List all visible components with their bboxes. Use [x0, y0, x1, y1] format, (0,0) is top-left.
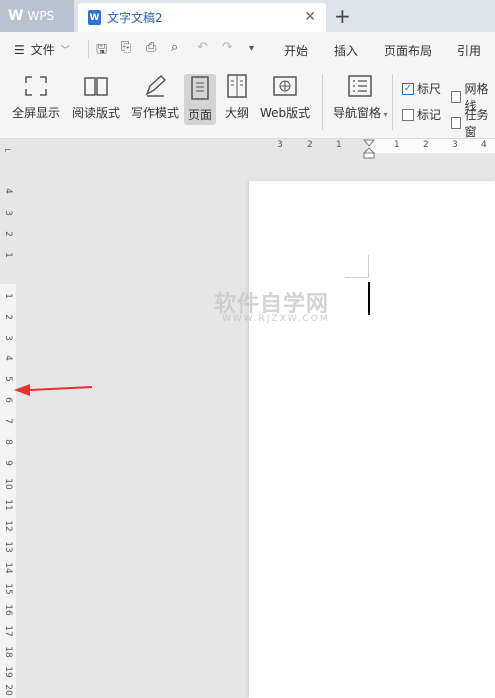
ruler-checkbox-label: 标尺 — [417, 82, 442, 96]
nav-pane-icon — [348, 75, 373, 97]
vertical-ruler[interactable]: 4 3 2 1 1 2 3 4 5 6 7 8 9 10 11 12 13 14… — [0, 154, 16, 698]
ruler-tick-label: 17 — [3, 625, 13, 637]
ruler-tick-label: 13 — [3, 541, 13, 553]
file-menu-button[interactable]: ☰ 文件 ﹀ — [14, 41, 70, 58]
unchecked-box-icon — [451, 117, 462, 129]
save-icon[interactable]: 🖫 — [96, 40, 107, 62]
tab-wps-label: WPS — [27, 9, 55, 23]
fullscreen-button[interactable]: 全屏显示 — [12, 74, 60, 121]
tab-wps-home[interactable]: W WPS — [0, 0, 74, 32]
ruler-tick-label: 11 — [3, 499, 13, 511]
menu-insert[interactable]: 插入 — [334, 42, 358, 59]
ruler-tick-label: 4 — [3, 188, 13, 194]
page-view-button[interactable]: 页面 — [184, 74, 216, 125]
ruler-tick-label: 12 — [3, 520, 13, 532]
ruler-tick-label: 7 — [3, 418, 13, 424]
document-icon: W — [88, 10, 101, 25]
horizontal-ruler[interactable]: 3 2 1 1 2 3 4 — [262, 139, 495, 154]
writing-mode-label: 写作模式 — [131, 106, 180, 120]
document-page[interactable] — [249, 181, 495, 698]
ruler-tick-label: 9 — [3, 460, 13, 466]
ruler-tick-label: 1 — [336, 140, 342, 150]
outline-icon — [227, 74, 247, 98]
print-preview-icon[interactable]: ⌕ — [171, 40, 178, 55]
format-painter-icon[interactable]: ⎘ — [121, 40, 131, 55]
ruler-tick-label: 1 — [3, 293, 13, 299]
chevron-down-icon: ﹀ — [60, 46, 70, 56]
ruler-tick-label: 4 — [481, 140, 487, 150]
menu-references[interactable]: 引用 — [457, 42, 481, 59]
ruler-tick-label: 3 — [452, 140, 458, 150]
menu-start[interactable]: 开始 — [284, 42, 308, 59]
ruler-tick-label: 14 — [3, 562, 13, 574]
markup-checkbox-label: 标记 — [417, 108, 442, 122]
margin-corner-mark — [345, 277, 369, 278]
text-cursor — [368, 282, 370, 315]
ruler-tick-label: 2 — [3, 231, 13, 237]
checkmark-icon: ✓ — [402, 82, 414, 95]
writing-mode-button[interactable]: 写作模式 — [131, 74, 179, 121]
read-mode-button[interactable]: 阅读版式 — [72, 74, 120, 121]
ruler-tick-label: 18 — [3, 646, 13, 658]
ruler-tick-label: 10 — [3, 478, 13, 490]
read-mode-label: 阅读版式 — [72, 106, 121, 120]
tab-document[interactable]: W 文字文稿2 ✕ — [78, 3, 326, 32]
markup-checkbox[interactable]: 标记 — [402, 106, 441, 123]
fullscreen-icon — [25, 76, 47, 96]
nav-pane-label: 导航窗格 ▾ — [333, 106, 388, 120]
ruler-tick-label: 2 — [307, 140, 313, 150]
divider — [322, 74, 323, 130]
unchecked-box-icon — [402, 108, 414, 121]
nav-pane-button[interactable]: 导航窗格 ▾ — [333, 74, 388, 121]
ruler-tick-label: 3 — [3, 335, 13, 341]
task-pane-checkbox[interactable]: 任务窗 — [451, 106, 495, 140]
page-icon — [191, 76, 209, 100]
ruler-tick-label: 20 — [3, 684, 13, 696]
tab-document-label: 文字文稿2 — [107, 11, 163, 25]
indent-marker-icon[interactable] — [363, 139, 375, 159]
divider — [88, 40, 89, 58]
ruler-tick-label: 19 — [3, 666, 13, 678]
wps-logo-icon: W — [8, 8, 24, 24]
hamburger-icon: ☰ — [14, 42, 25, 57]
divider — [392, 74, 393, 130]
book-icon — [84, 77, 108, 96]
red-arrow-icon — [14, 384, 92, 396]
ruler-tick-label: 2 — [3, 314, 13, 320]
outline-view-button[interactable]: 大纲 — [224, 74, 250, 121]
ruler-tick-label: 15 — [3, 583, 13, 595]
undo-icon[interactable]: ↶ — [197, 40, 208, 55]
file-menu-label: 文件 — [30, 43, 55, 57]
task-pane-checkbox-label: 任务窗 — [464, 108, 489, 139]
close-icon[interactable]: ✕ — [304, 9, 316, 25]
more-quick-access-icon[interactable]: ▾ — [249, 43, 254, 54]
web-icon — [273, 76, 297, 96]
unchecked-box-icon — [451, 91, 462, 103]
fullscreen-label: 全屏显示 — [12, 106, 61, 120]
page-view-label: 页面 — [187, 108, 212, 122]
menu-page-layout[interactable]: 页面布局 — [384, 42, 432, 59]
new-tab-button[interactable]: + — [334, 4, 351, 28]
web-layout-button[interactable]: Web版式 — [260, 74, 310, 121]
ruler-tick-label: 16 — [3, 604, 13, 616]
ruler-text-area — [367, 139, 495, 153]
pen-icon — [145, 74, 167, 97]
print-icon[interactable]: ⎙ — [146, 40, 156, 55]
ruler-tick-label: 8 — [3, 439, 13, 445]
outline-view-label: 大纲 — [224, 106, 249, 120]
redo-icon[interactable]: ↷ — [222, 40, 233, 55]
ruler-tick-label: 3 — [277, 140, 283, 150]
ruler-tick-label: 1 — [394, 140, 400, 150]
watermark-url: WWW.RJZXW.COM — [222, 314, 330, 324]
web-layout-label: Web版式 — [260, 106, 311, 120]
ruler-checkbox[interactable]: ✓ 标尺 — [402, 80, 441, 97]
ruler-tick-label: 2 — [423, 140, 429, 150]
ruler-tick-label: 3 — [3, 210, 13, 216]
margin-corner-mark — [368, 255, 369, 277]
ruler-tick-label: 1 — [3, 252, 13, 258]
ruler-tick-label: 4 — [3, 355, 13, 361]
